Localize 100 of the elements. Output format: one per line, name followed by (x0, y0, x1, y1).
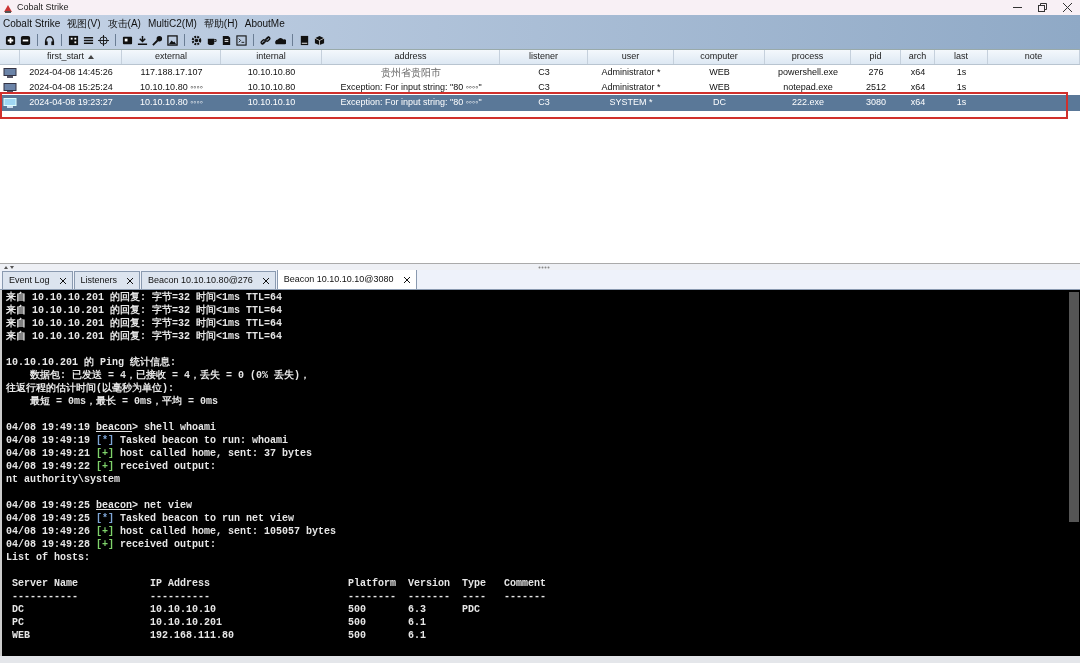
console-line: 04/08 19:49:25 [*] Tasked beacon to run net view (6, 512, 295, 525)
column-header[interactable]: internal (256, 50, 286, 64)
table-cell: x64 (910, 96, 926, 110)
cube-icon[interactable] (314, 34, 325, 46)
window-title: Cobalt Strike (17, 0, 69, 14)
table-cell-text: Administrator * (601, 65, 661, 79)
sort-ascending-icon[interactable] (88, 55, 94, 59)
remove-icon[interactable] (20, 34, 31, 46)
book-icon[interactable] (299, 34, 310, 46)
link-icon[interactable] (260, 34, 271, 46)
table-cell: DC (713, 96, 726, 110)
table-cell-text: 276 (868, 65, 884, 79)
menu-item[interactable]: MultiC2(M) (147, 15, 197, 31)
console-line: ----------- ---------- -------- ------- ---- ------- (11, 591, 547, 602)
add-icon[interactable] (5, 34, 16, 46)
column-header[interactable]: external (155, 50, 187, 64)
close-icon[interactable] (403, 276, 410, 283)
menu-item[interactable]: 视图(V) (67, 15, 101, 31)
table-cell: SYSTEM * (609, 96, 653, 110)
headphones-icon[interactable] (44, 34, 55, 46)
close-icon[interactable] (262, 277, 269, 284)
download-icon[interactable] (137, 34, 148, 46)
scrollbar[interactable] (1069, 292, 1079, 522)
tab[interactable]: Event Log (2, 271, 73, 289)
console-line: 10.10.10.201 的 Ping 统计信息: (6, 357, 177, 368)
close-icon[interactable] (1063, 3, 1072, 12)
console-line: WEB 192.168.111.80 500 6.1 (11, 630, 427, 641)
list-icon[interactable] (83, 34, 94, 46)
column-header[interactable]: computer (700, 50, 738, 64)
column-header[interactable]: note (1024, 50, 1043, 64)
console-line: 来自 10.10.10.201 的回复: 字节=32 时间<1ms TTL=64 (6, 318, 283, 329)
monitor-icon (3, 82, 17, 93)
tab[interactable]: Beacon 10.10.10.10@3080 (276, 269, 417, 289)
table-cell: 1s (956, 96, 967, 110)
table-cell-text: 10.10.10.80 (247, 80, 296, 94)
console-line: Server Name IP Address Platform Version Type Comment (11, 578, 547, 589)
table-cell-text: notepad.exe (783, 80, 833, 94)
column-header[interactable]: process (791, 50, 824, 64)
table-cell: Exception: For input string: "80 ◦◦◦◦" (340, 96, 482, 110)
column-header[interactable]: pid (869, 50, 882, 64)
console-line: List of hosts: (6, 552, 90, 563)
table-cell: 10.10.10.80 ◦◦◦◦ (140, 96, 203, 110)
table-cell-text: 贵州省贵阳市 (381, 66, 441, 80)
tab[interactable]: Listeners (73, 271, 141, 289)
column-header[interactable]: first_start (47, 50, 84, 64)
table-cell-text: 10.10.10.80 (247, 65, 296, 79)
table-cell-text: WEB (709, 65, 730, 79)
console-line: 数据包: 已发送 = 4，已接收 = 4，丢失 = 0 (0% 丢失)， (29, 370, 311, 381)
splitter-grip-icon[interactable] (538, 265, 550, 269)
close-icon[interactable] (59, 277, 66, 284)
console-line: nt authority\system (6, 474, 121, 485)
console-line: 04/08 19:49:28 [+] received output: (6, 538, 217, 551)
table-cell-text: WEB (709, 80, 730, 94)
menu-item[interactable]: 帮助(H) (203, 15, 238, 31)
table-cell-text: 2024-04-08 14:45:26 (29, 65, 113, 79)
card-icon[interactable] (122, 34, 133, 46)
restore-icon[interactable] (1038, 3, 1047, 12)
console-line: 04/08 19:49:26 [+] host called home, sent: 105057 bytes (6, 525, 337, 538)
console-line: 往返行程的估计时间(以毫秒为单位): (6, 383, 174, 394)
console-line: 04/08 19:49:19 beacon> shell whoami (6, 421, 217, 434)
terminal-icon[interactable] (236, 34, 247, 46)
console-line: 04/08 19:49:21 [+] host called home, sent: 37 bytes (6, 447, 313, 460)
console-line: DC 10.10.10.10 500 6.3 PDC (11, 604, 481, 615)
column-header[interactable]: user (621, 50, 640, 64)
console-line: 04/08 19:49:25 beacon> net view (6, 499, 193, 512)
column-header[interactable]: last (954, 50, 968, 64)
menu-item[interactable]: Cobalt Strike (3, 15, 61, 31)
table-cell-text: 2512 (866, 80, 886, 94)
target-icon[interactable] (98, 34, 109, 46)
table-cell-text: Exception: For input string: "80 ◦◦◦◦" (340, 80, 482, 94)
column-header[interactable]: address (394, 50, 427, 64)
menu-item[interactable]: AboutMe (244, 15, 285, 31)
console-line: 来自 10.10.10.201 的回复: 字节=32 时间<1ms TTL=64 (6, 305, 283, 316)
table-cell-text: 117.188.17.107 (140, 65, 203, 79)
table-cell-text: C3 (538, 65, 550, 79)
gear-icon[interactable] (191, 34, 202, 46)
key-icon[interactable] (152, 34, 163, 46)
table-cell: 3080 (866, 96, 886, 110)
document-icon[interactable] (221, 34, 232, 46)
collapse-arrows-icon[interactable] (3, 264, 15, 270)
table-row[interactable]: 2024-04-08 19:23:27 10.10.10.80 ◦◦◦◦ 10.10.10.10 Exception: For input string: "80 ◦◦◦◦" C3 SYSTEM * DC 222.exe 3080 x64 1s (0, 95, 1080, 111)
graph-icon[interactable] (68, 34, 79, 46)
column-header[interactable]: arch (908, 50, 927, 64)
console-line: PC 10.10.10.201 500 6.1 (11, 617, 427, 628)
console-line: 来自 10.10.10.201 的回复: 字节=32 时间<1ms TTL=64 (6, 331, 283, 342)
table-cell-text: Administrator * (601, 80, 661, 94)
table-cell-text: x64 (910, 80, 926, 94)
monitor-icon (3, 67, 17, 78)
close-icon[interactable] (127, 277, 134, 284)
console-line: 04/08 19:49:22 [+] received output: (6, 460, 217, 473)
image-icon[interactable] (167, 34, 178, 46)
table-cell: 222.exe (792, 96, 824, 110)
table-cell-text: 10.10.10.80 ◦◦◦◦ (140, 80, 203, 94)
table-cell-text: C3 (538, 80, 550, 94)
menu-item[interactable]: 攻击(A) (107, 15, 141, 31)
column-header[interactable]: listener (529, 50, 558, 64)
table-cell-text: 2024-04-08 15:25:24 (29, 80, 113, 94)
table-cell-text: powershell.exe (777, 65, 838, 79)
table-cell-text: x64 (910, 65, 926, 79)
tab[interactable]: Beacon 10.10.10.80@276 (141, 271, 276, 289)
